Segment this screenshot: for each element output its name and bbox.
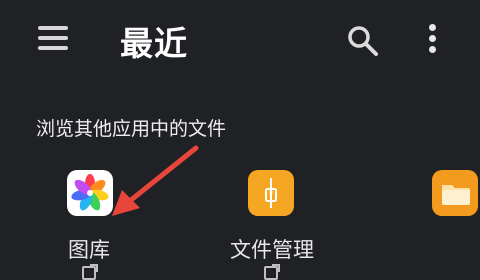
app-tile-folder[interactable] xyxy=(428,166,480,226)
app-label-gallery: 图库 xyxy=(68,238,110,262)
annotation-arrow xyxy=(112,145,199,216)
file-manager-folder-icon xyxy=(248,170,294,216)
section-label: 浏览其他应用中的文件 xyxy=(36,118,227,140)
open-external-icon xyxy=(82,264,98,280)
search-icon[interactable] xyxy=(346,24,380,58)
folder-app-icon xyxy=(432,170,478,216)
open-external-icon xyxy=(264,264,280,280)
app-label-file-manager: 文件管理 xyxy=(230,238,314,262)
hamburger-menu-icon[interactable] xyxy=(38,26,68,50)
page-title: 最近 xyxy=(120,24,188,63)
app-tile-file-manager[interactable]: 文件管理 xyxy=(228,166,324,280)
more-vertical-icon[interactable] xyxy=(424,24,440,54)
